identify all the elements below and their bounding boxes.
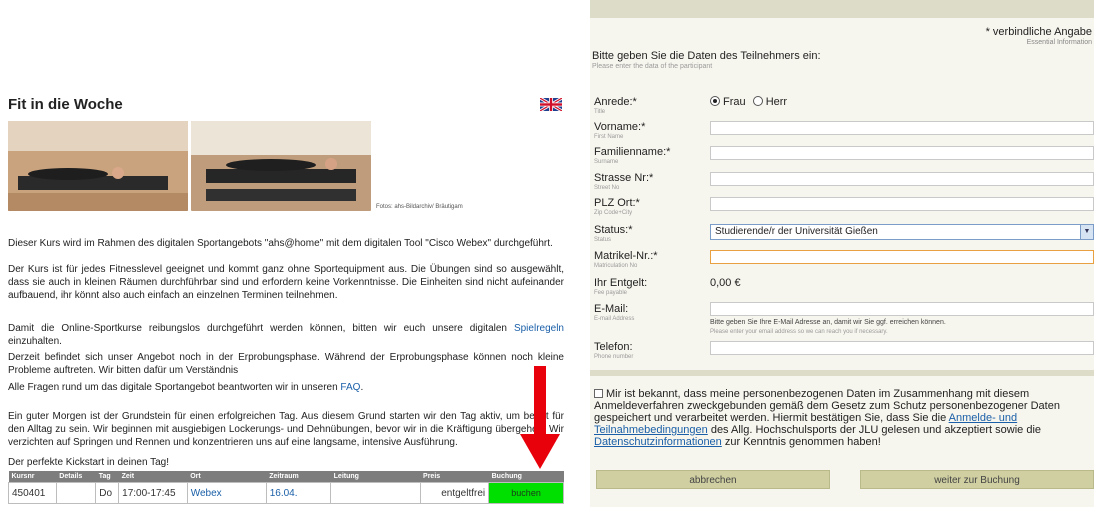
course-photo-right xyxy=(191,121,371,211)
description-paragraph-6: Ein guter Morgen ist der Grundstein für … xyxy=(8,411,564,448)
paragraph-3-text: Damit die Online-Sportkurse reibungslos … xyxy=(8,323,514,334)
book-button[interactable]: buchen xyxy=(511,488,541,498)
col-kursnr: Kursnr xyxy=(8,471,57,483)
vorname-label: Vorname:* xyxy=(594,121,646,133)
status-sub: Status xyxy=(594,237,612,243)
col-buchung: Buchung xyxy=(488,471,564,483)
radio-herr-label: Herr xyxy=(765,96,788,108)
cell-zeit: 17:00-17:45 xyxy=(118,482,188,504)
description-paragraph-5: Alle Fragen rund um das digitale Sportan… xyxy=(8,381,564,394)
paragraph-5-text: Alle Fragen rund um das digitale Sportan… xyxy=(8,382,341,393)
course-table: Kursnr Details Tag Zeit Ort Zeitraum Lei… xyxy=(8,471,564,504)
form-top-bar xyxy=(590,0,1094,18)
vorname-input[interactable] xyxy=(710,121,1094,135)
anrede-label: Anrede:* xyxy=(594,96,637,108)
uk-flag-icon[interactable] xyxy=(540,98,562,111)
strasse-label: Strasse Nr:* xyxy=(594,172,654,184)
required-note: * verbindliche Angabe xyxy=(985,26,1092,38)
ort-link[interactable]: Webex xyxy=(191,488,222,499)
photo-credit: Fotos: ahs-Bildarchiv/ Bräutigam xyxy=(376,204,463,210)
course-title: Fit in die Woche xyxy=(8,96,123,113)
cell-ort: Webex xyxy=(186,482,267,504)
cell-kursnr: 450401 xyxy=(8,482,57,504)
form-intro-en: Please enter the data of the participant xyxy=(592,63,713,70)
entgelt-value: 0,00 € xyxy=(710,277,741,289)
status-value: Studierende/r der Universität Gießen xyxy=(715,226,878,237)
matrikel-input[interactable] xyxy=(710,250,1094,264)
strasse-input[interactable] xyxy=(710,172,1094,186)
email-sub: E-mail Address xyxy=(594,316,635,322)
telefon-input[interactable] xyxy=(710,341,1094,355)
plz-input[interactable] xyxy=(710,197,1094,211)
cell-zeitraum: 16.04. xyxy=(265,482,332,504)
status-label: Status:* xyxy=(594,224,633,236)
cell-buchung: buchen xyxy=(488,482,564,504)
anrede-sub: Title xyxy=(594,109,606,115)
radio-frau-label: Frau xyxy=(723,96,746,108)
cell-details xyxy=(55,482,97,504)
description-paragraph-3: Damit die Online-Sportkurse reibungslos … xyxy=(8,322,564,348)
familienname-sub: Surname xyxy=(594,159,619,165)
description-paragraph-1: Dieser Kurs wird im Rahmen des digitalen… xyxy=(8,238,553,249)
telefon-label: Telefon: xyxy=(594,341,633,353)
vorname-sub: First Name xyxy=(594,134,624,140)
consent-text-3: zur Kenntnis genommen haben! xyxy=(721,436,881,448)
email-hint: Bitte geben Sie Ihre E-Mail Adresse an, … xyxy=(710,319,946,326)
down-arrow-icon xyxy=(520,366,560,469)
email-input[interactable] xyxy=(710,302,1094,316)
continue-booking-button[interactable]: weiter zur Buchung xyxy=(860,470,1094,489)
zeitraum-link[interactable]: 16.04. xyxy=(270,488,298,499)
consent-text-2: des Allg. Hochschulsports der JLU gelese… xyxy=(707,424,1042,436)
col-leitung: Leitung xyxy=(330,471,421,483)
familienname-input[interactable] xyxy=(710,146,1094,160)
form-intro: Bitte geben Sie die Daten des Teilnehmer… xyxy=(592,50,821,62)
spielregeln-link[interactable]: Spielregeln xyxy=(514,323,564,334)
col-zeit: Zeit xyxy=(118,471,188,483)
strasse-sub: Street No xyxy=(594,185,620,191)
col-preis: Preis xyxy=(420,471,489,483)
entgelt-sub: Fee payable xyxy=(594,290,628,296)
cell-tag: Do xyxy=(95,482,120,504)
status-select[interactable]: Studierende/r der Universität Gießen ▼ xyxy=(710,224,1094,240)
radio-frau[interactable] xyxy=(710,96,720,106)
cancel-button[interactable]: abbrechen xyxy=(596,470,830,489)
cell-preis: entgeltfrei xyxy=(419,482,490,504)
matrikel-sub: Matriculation No xyxy=(594,263,638,269)
form-separator xyxy=(590,370,1094,376)
kickstart-line: Der perfekte Kickstart in deinen Tag! xyxy=(8,457,170,468)
telefon-sub: Phone number xyxy=(594,354,634,360)
plz-label: PLZ Ort:* xyxy=(594,197,640,209)
required-note-en: Essential Information xyxy=(1026,39,1092,46)
col-ort: Ort xyxy=(187,471,267,483)
plz-sub: Zip Code+City xyxy=(594,210,633,216)
chevron-down-icon[interactable]: ▼ xyxy=(1080,225,1093,239)
col-zeitraum: Zeitraum xyxy=(266,471,331,483)
faq-link[interactable]: FAQ xyxy=(340,382,360,393)
matrikel-label: Matrikel-Nr.:* xyxy=(594,250,658,262)
cell-leitung xyxy=(330,482,421,504)
table-header-row: Kursnr Details Tag Zeit Ort Zeitraum Lei… xyxy=(8,471,564,483)
col-details: Details xyxy=(56,471,96,483)
table-row: 450401 Do 17:00-17:45 Webex 16.04. entge… xyxy=(8,482,564,504)
description-paragraph-4: Derzeit befindet sich unser Angebot noch… xyxy=(8,352,564,376)
paragraph-5-end: . xyxy=(360,382,364,393)
col-tag: Tag xyxy=(95,471,119,483)
anrede-options: Frau Herr xyxy=(710,96,787,108)
entgelt-label: Ihr Entgelt: xyxy=(594,277,648,289)
course-photo-left xyxy=(8,121,188,211)
description-paragraph-2: Der Kurs ist für jedes Fitnesslevel geei… xyxy=(8,264,564,301)
privacy-link[interactable]: Datenschutzinformationen xyxy=(594,436,722,448)
consent-block: Mir ist bekannt, dass meine personenbezo… xyxy=(594,388,1084,448)
email-label: E-Mail: xyxy=(594,303,629,315)
paragraph-3-end: einzuhalten. xyxy=(8,336,62,347)
radio-herr[interactable] xyxy=(752,96,763,106)
email-hint-en: Please enter your email address so we ca… xyxy=(710,329,888,335)
familienname-label: Familienname:* xyxy=(594,146,671,158)
consent-checkbox[interactable] xyxy=(594,389,603,398)
course-panel: Fit in die Woche Fotos: ahs-Bildarchiv/ … xyxy=(0,0,578,507)
